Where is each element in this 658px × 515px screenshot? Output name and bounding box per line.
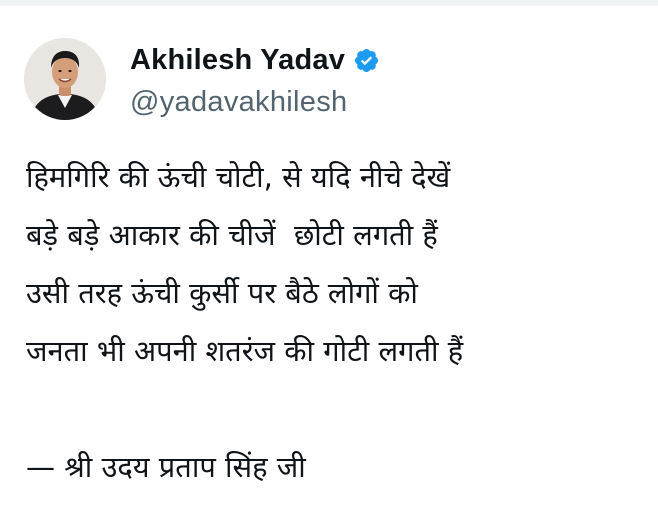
tweet-line: हिमगिरि की ऊंची चोटी, से यदि नीचे देखें — [26, 160, 451, 194]
tweet-attribution: — श्री उदय प्रताप सिंह जी — [26, 450, 306, 484]
tweet-line: बड़े बड़े आकार की चीजें छोटी लगती हैं — [26, 218, 438, 252]
avatar[interactable] — [24, 38, 106, 120]
tweet-text: हिमगिरि की ऊंची चोटी, से यदि नीचे देखें … — [26, 148, 646, 496]
tweet-line: जनता भी अपनी शतरंज की गोटी लगती हैं — [26, 334, 464, 368]
name-row: Akhilesh Yadav — [130, 42, 380, 78]
verified-badge-icon[interactable] — [353, 47, 380, 74]
tweet-author[interactable]: Akhilesh Yadav @yadavakhilesh — [130, 42, 380, 120]
tweet-line: उसी तरह ऊंची कुर्सी पर बैठे लोगों को — [26, 276, 418, 310]
display-name[interactable]: Akhilesh Yadav — [130, 42, 345, 78]
user-handle[interactable]: @yadavakhilesh — [130, 84, 380, 120]
avatar-image — [24, 38, 106, 120]
tweet-card[interactable]: Akhilesh Yadav @yadavakhilesh हिमगिरि की… — [0, 6, 658, 515]
